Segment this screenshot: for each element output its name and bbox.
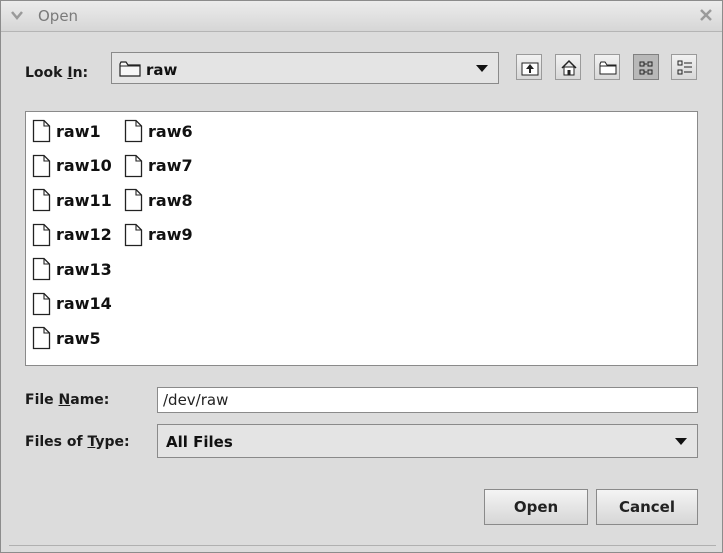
file-icon	[32, 223, 51, 246]
look-in-label: Look In:	[25, 65, 89, 81]
file-name: raw1	[56, 121, 101, 141]
file-icon	[124, 154, 143, 177]
file-name-input[interactable]	[157, 387, 698, 413]
file-name: raw9	[148, 225, 193, 244]
file-name: raw6	[148, 121, 193, 141]
look-in-value: raw	[146, 61, 178, 79]
window-title: Open	[38, 7, 79, 25]
file-list[interactable]: raw1 raw10 raw11 raw12 raw13 raw14 raw5 raw6 raw…	[25, 111, 698, 366]
title-bar[interactable]: Open	[1, 1, 722, 32]
file-name: raw12	[56, 225, 112, 244]
home-button[interactable]	[555, 54, 581, 80]
files-of-type-value: All Files	[166, 433, 233, 451]
file-name: raw7	[148, 156, 193, 175]
details-view-button[interactable]	[671, 54, 697, 80]
new-folder-button[interactable]	[594, 54, 620, 80]
list-item[interactable]: raw13	[32, 256, 112, 282]
up-one-level-button[interactable]	[516, 54, 542, 80]
new-folder-icon	[599, 61, 617, 75]
folder-icon	[119, 61, 141, 77]
file-name-label: File Name:	[25, 392, 110, 408]
open-dialog: Open Look In: raw raw1 raw10 raw11 raw12…	[0, 0, 723, 553]
details-view-icon	[677, 60, 692, 75]
list-item[interactable]: raw10	[32, 153, 112, 179]
file-name: raw14	[56, 294, 112, 313]
close-icon[interactable]	[698, 7, 714, 23]
look-in-combo[interactable]: raw	[111, 52, 499, 84]
cancel-button[interactable]: Cancel	[596, 489, 698, 525]
list-item[interactable]: raw14	[32, 291, 112, 317]
dropdown-arrow-icon[interactable]	[669, 425, 693, 457]
file-name: raw10	[56, 156, 112, 175]
file-icon	[124, 119, 143, 143]
file-icon	[32, 154, 51, 177]
list-view-icon	[639, 61, 653, 75]
resize-strip	[9, 545, 716, 550]
file-name: raw8	[148, 190, 193, 210]
file-icon	[124, 223, 143, 246]
list-item[interactable]: raw5	[32, 325, 101, 351]
list-item[interactable]: raw1	[32, 118, 101, 144]
file-name: raw13	[56, 259, 112, 279]
files-of-type-label: Files of Type:	[25, 434, 130, 450]
list-item[interactable]: raw7	[124, 153, 193, 179]
list-item[interactable]: raw6	[124, 118, 193, 144]
chevron-down-icon[interactable]	[9, 7, 25, 23]
file-icon	[32, 326, 51, 350]
file-icon	[32, 188, 51, 212]
file-icon	[32, 292, 51, 315]
file-icon	[32, 119, 51, 143]
files-of-type-combo[interactable]: All Files	[157, 424, 698, 458]
list-view-button[interactable]	[633, 54, 659, 80]
file-icon	[32, 257, 51, 281]
list-item[interactable]: raw11	[32, 187, 112, 213]
list-item[interactable]: raw8	[124, 187, 193, 213]
home-icon	[561, 59, 577, 76]
file-icon	[124, 188, 143, 212]
up-one-level-icon	[521, 62, 539, 76]
file-name: raw5	[56, 328, 101, 348]
list-item[interactable]: raw9	[124, 222, 193, 248]
open-button[interactable]: Open	[484, 489, 588, 525]
dropdown-arrow-icon[interactable]	[470, 53, 494, 83]
list-item[interactable]: raw12	[32, 222, 112, 248]
file-name: raw11	[56, 190, 112, 210]
